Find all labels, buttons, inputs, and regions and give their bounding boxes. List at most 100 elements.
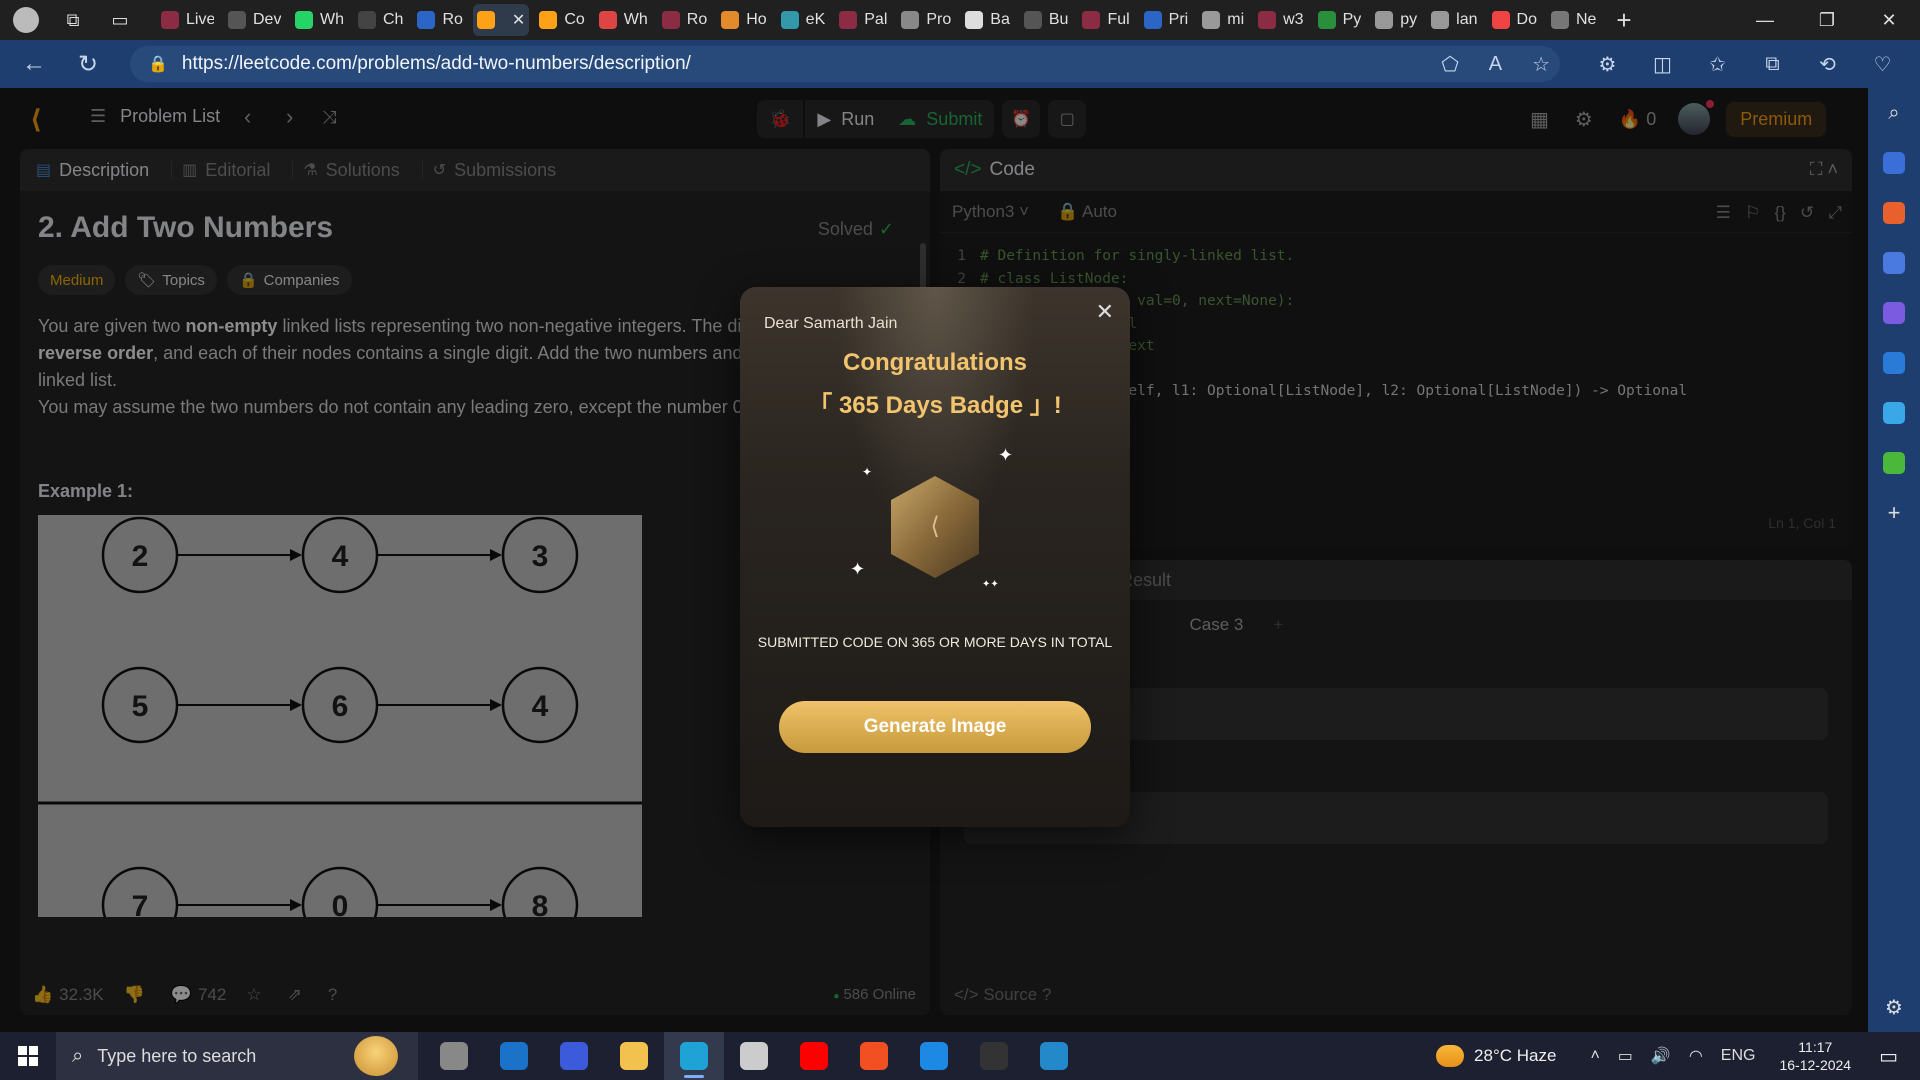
search-icon[interactable]: ⌕ [1868,88,1920,138]
add-sidebar-app-icon[interactable]: + [1868,488,1920,538]
tab-title: eK [805,11,826,28]
address-bar[interactable]: 🔒 https://leetcode.com/problems/add-two-… [130,46,1560,82]
close-icon[interactable]: ✕ [1096,299,1114,325]
restore-button[interactable]: ❐ [1796,0,1858,40]
close-tab-icon[interactable]: ✕ [512,10,525,30]
browser-tab[interactable]: lan [1427,4,1481,36]
battery-icon[interactable]: ▭ [1618,1046,1633,1066]
sidebar-app-icon[interactable] [1868,188,1920,238]
more-icon[interactable]: ⋯ [1910,52,1920,77]
favorite-star-icon[interactable]: ☆ [1532,52,1550,77]
sidebar-settings-icon[interactable]: ⚙ [1868,982,1920,1032]
start-button[interactable] [0,1032,56,1080]
read-aloud-icon[interactable]: A [1489,53,1502,76]
chevron-up-icon[interactable]: ˄ [1590,1047,1599,1065]
clock[interactable]: 11:17 16-12-2024 [1779,1038,1851,1074]
browser-tab[interactable]: Wh [291,4,348,36]
file-explorer-icon[interactable] [604,1032,664,1080]
sidebar-app-icon[interactable] [1868,388,1920,438]
browser-tab[interactable]: Wh [595,4,652,36]
favorites-icon[interactable]: ✩ [1690,52,1745,77]
notification-icon[interactable]: ▭ [1879,1044,1898,1069]
windows-taskbar: ⌕ Type here to search 28°C Haze ˄ ▭ 🔊 ◠ … [0,1032,1920,1080]
browser-tab[interactable]: w3 [1254,4,1307,36]
browser-tab[interactable]: Co [535,4,588,36]
badge-description: SUBMITTED CODE ON 365 OR MORE DAYS IN TO… [757,634,1113,650]
browser-tab[interactable]: py [1371,4,1421,36]
lock-icon[interactable]: 🔒 [148,54,168,74]
extension-tag-icon[interactable]: ⬠ [1441,52,1458,77]
tab-favicon-icon [598,11,617,29]
browser-tab[interactable]: Bu [1020,4,1073,36]
sidebar-app-icon[interactable] [1868,238,1920,288]
workspaces-icon[interactable]: ⧉ [60,7,86,33]
history-icon[interactable]: ⟲ [1800,52,1855,77]
browser-tab[interactable]: Ro [413,4,466,36]
clock-time: 11:17 [1798,1039,1833,1055]
browser-tab[interactable]: Do [1488,4,1541,36]
sidebar-app-icon[interactable] [1868,138,1920,188]
media-player-icon[interactable] [724,1032,784,1080]
tab-title: Live [186,11,214,28]
edge-icon[interactable] [664,1032,724,1080]
sparkle-icon: ✦ [998,445,1014,465]
tab-favicon-icon [901,11,920,29]
tab-favicon-icon [1258,11,1277,29]
tab-favicon-icon [1143,11,1162,29]
browser-tab[interactable]: Pri [1140,4,1193,36]
weather-widget[interactable]: 28°C Haze [1436,1045,1556,1067]
browser-tab[interactable]: Py [1314,4,1366,36]
browser-tab[interactable]: Ba [961,4,1014,36]
browser-tab[interactable]: Live [157,4,218,36]
back-icon[interactable]: ← [14,44,54,84]
tab-title: Bu [1048,11,1069,28]
tab-actions-icon[interactable]: ▭ [107,7,133,33]
extensions-icon[interactable]: ⚙ [1580,52,1635,77]
browser-tab[interactable]: Pro [897,4,955,36]
sidebar-app-icon[interactable] [1868,438,1920,488]
browser-tab[interactable]: Ch [354,4,407,36]
task-view-icon[interactable] [424,1032,484,1080]
sidebar-app-icon[interactable] [1868,288,1920,338]
badge-name: 「 365 Days Badge 」! [808,392,1062,419]
generate-image-button[interactable]: Generate Image [779,701,1091,753]
refresh-icon[interactable]: ↻ [68,44,108,84]
collections-icon[interactable]: ⧉ [1745,53,1800,76]
tab-title: py [1400,11,1418,28]
browser-tab[interactable]: mi [1198,4,1248,36]
browser-tab[interactable]: Ho [717,4,770,36]
youtube-icon[interactable] [784,1032,844,1080]
browser-tab[interactable]: Pal [835,4,891,36]
minimize-button[interactable]: — [1734,0,1796,40]
profile-icon[interactable] [13,7,39,33]
performance-icon[interactable]: ♡ [1855,52,1910,77]
close-window-button[interactable]: ✕ [1858,0,1920,40]
browser-tab[interactable]: ✕ [472,4,530,36]
wifi-icon[interactable]: ◠ [1689,1046,1703,1066]
browser-tab[interactable]: eK [777,4,830,36]
sidebar-app-icon[interactable] [1868,338,1920,388]
tab-title: Ro [442,11,463,28]
vs-icon-icon[interactable] [544,1032,604,1080]
taskbar-search-input[interactable]: ⌕ Type here to search [56,1032,418,1080]
browser-tab[interactable]: Ful [1078,4,1133,36]
browser-tab[interactable]: Dev [224,4,285,36]
split-screen-icon[interactable]: ◫ [1635,52,1690,77]
store-icon[interactable] [844,1032,904,1080]
dev-app-icon[interactable] [904,1032,964,1080]
tab-title: mi [1227,11,1245,28]
language-indicator[interactable]: ENG [1721,1047,1756,1065]
browser-tab[interactable]: Ne [1547,4,1600,36]
badge-modal: ✕ Dear Samarth Jain Congratulations 「 36… [740,287,1130,827]
url-text[interactable]: https://leetcode.com/problems/add-two-nu… [182,53,691,75]
weather-text: 28°C Haze [1474,1046,1557,1065]
svg-text:⟨: ⟨ [930,512,939,540]
tab-favicon-icon [417,11,436,29]
tab-title: Do [1516,11,1537,28]
volume-icon[interactable]: 🔊 [1651,1046,1671,1066]
browser-tab[interactable]: Ro [658,4,711,36]
vscode-icon[interactable] [1024,1032,1084,1080]
terminal-icon[interactable] [964,1032,1024,1080]
outlook-icon[interactable] [484,1032,544,1080]
new-tab-button[interactable]: + [1616,5,1631,36]
